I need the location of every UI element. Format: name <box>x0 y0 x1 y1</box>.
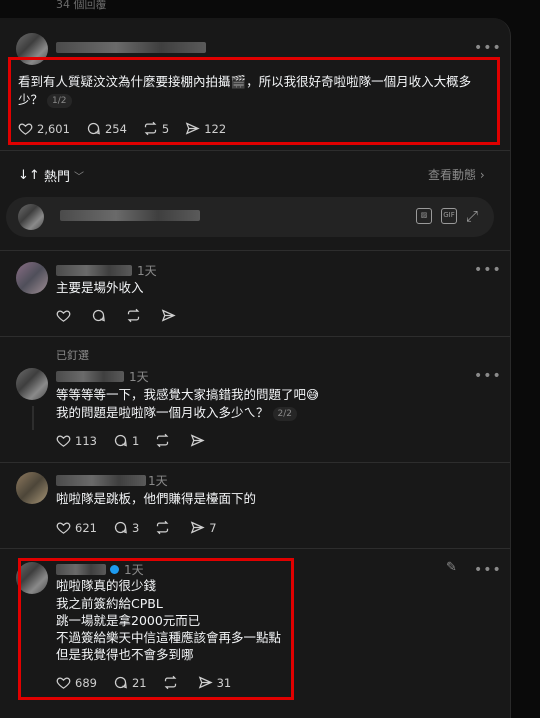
heart-icon <box>56 522 71 534</box>
chevron-down-icon: ﹀ <box>73 172 84 183</box>
comment-icon <box>114 521 127 534</box>
like-button[interactable] <box>56 308 71 323</box>
send-icon <box>161 309 176 322</box>
attachment-image-icon[interactable]: ▨ <box>416 208 432 224</box>
view-activity-link[interactable]: 查看動態 › <box>428 166 485 183</box>
blurred-placeholder <box>60 210 200 221</box>
like-button[interactable]: 621 <box>56 520 97 535</box>
repost-button[interactable] <box>155 433 170 448</box>
share-count: 7 <box>209 520 217 535</box>
divider <box>0 548 510 549</box>
reply-button[interactable] <box>91 308 106 323</box>
highlight-box-reply <box>18 558 294 700</box>
blurred-username[interactable] <box>56 42 206 53</box>
reply-text: 啦啦隊是跳板，他們賺得是檯面下的 <box>56 491 257 506</box>
reply-text: 主要是場外收入 <box>56 280 144 295</box>
reply-actions: 621 3 7 <box>56 520 233 535</box>
sort-icon: ↓↑ <box>18 168 40 183</box>
more-options-icon[interactable]: ••• <box>474 368 502 384</box>
avatar[interactable] <box>16 262 48 294</box>
divider <box>0 250 510 251</box>
share-button[interactable]: 7 <box>190 520 217 535</box>
reply-count-strip: 34 個回覆 <box>56 0 107 11</box>
pinned-label: 已釘選 <box>56 349 89 362</box>
reply-text-line-2: 我的問題是啦啦隊一個月收入多少ㄟ？ 2/2 <box>56 404 297 422</box>
avatar[interactable] <box>16 368 48 400</box>
gif-icon[interactable]: GIF <box>441 208 457 224</box>
repost-icon <box>127 308 140 323</box>
page-badge: 2/2 <box>272 407 297 421</box>
heart-icon <box>56 435 71 447</box>
more-options-icon[interactable]: ••• <box>474 562 502 578</box>
like-count: 113 <box>75 433 97 448</box>
share-button[interactable] <box>161 308 176 323</box>
reply-time: 1天 <box>148 474 168 488</box>
sort-label: 熱門 <box>43 170 70 185</box>
repost-icon <box>156 433 169 448</box>
avatar[interactable] <box>16 472 48 504</box>
blurred-username[interactable] <box>56 475 146 486</box>
reply-text-line-1: 等等等等一下，我感覺大家搞錯我的問題了吧😅 <box>56 387 320 402</box>
heart-icon <box>56 310 71 322</box>
reply-count: 3 <box>131 520 140 535</box>
expand-icon[interactable]: ⤢ <box>466 207 478 225</box>
reply-time: 1天 <box>129 370 149 384</box>
reply-button[interactable]: 3 <box>113 520 139 535</box>
more-options-icon[interactable]: ••• <box>474 262 502 278</box>
blurred-username[interactable] <box>56 265 132 276</box>
composer-avatar <box>18 204 44 230</box>
reply-button[interactable]: 1 <box>113 433 139 448</box>
reply-actions <box>56 308 196 323</box>
reply-actions: 113 1 <box>56 433 225 448</box>
repost-button[interactable] <box>126 308 141 323</box>
share-button[interactable] <box>190 433 205 448</box>
thread-line <box>32 406 34 430</box>
more-options-icon[interactable]: ••• <box>474 40 502 56</box>
pencil-icon[interactable]: ✎ <box>446 560 457 575</box>
comment-icon <box>114 434 127 447</box>
send-icon <box>191 434 205 447</box>
reply-text-line-2-content: 我的問題是啦啦隊一個月收入多少ㄟ？ <box>56 405 269 420</box>
divider <box>0 462 510 463</box>
like-button[interactable]: 113 <box>56 433 97 448</box>
divider <box>0 336 510 337</box>
divider <box>0 150 510 151</box>
comment-icon <box>92 309 105 322</box>
reply-count: 1 <box>131 433 140 448</box>
repost-button[interactable] <box>155 520 170 535</box>
highlight-box-post <box>8 57 500 145</box>
repost-icon <box>156 520 169 535</box>
reply-time: 1天 <box>137 264 157 278</box>
send-icon <box>191 521 205 534</box>
like-count: 621 <box>75 520 97 535</box>
sort-dropdown[interactable]: ↓↑ 熱門 ﹀ <box>18 166 84 185</box>
blurred-username[interactable] <box>56 371 124 382</box>
